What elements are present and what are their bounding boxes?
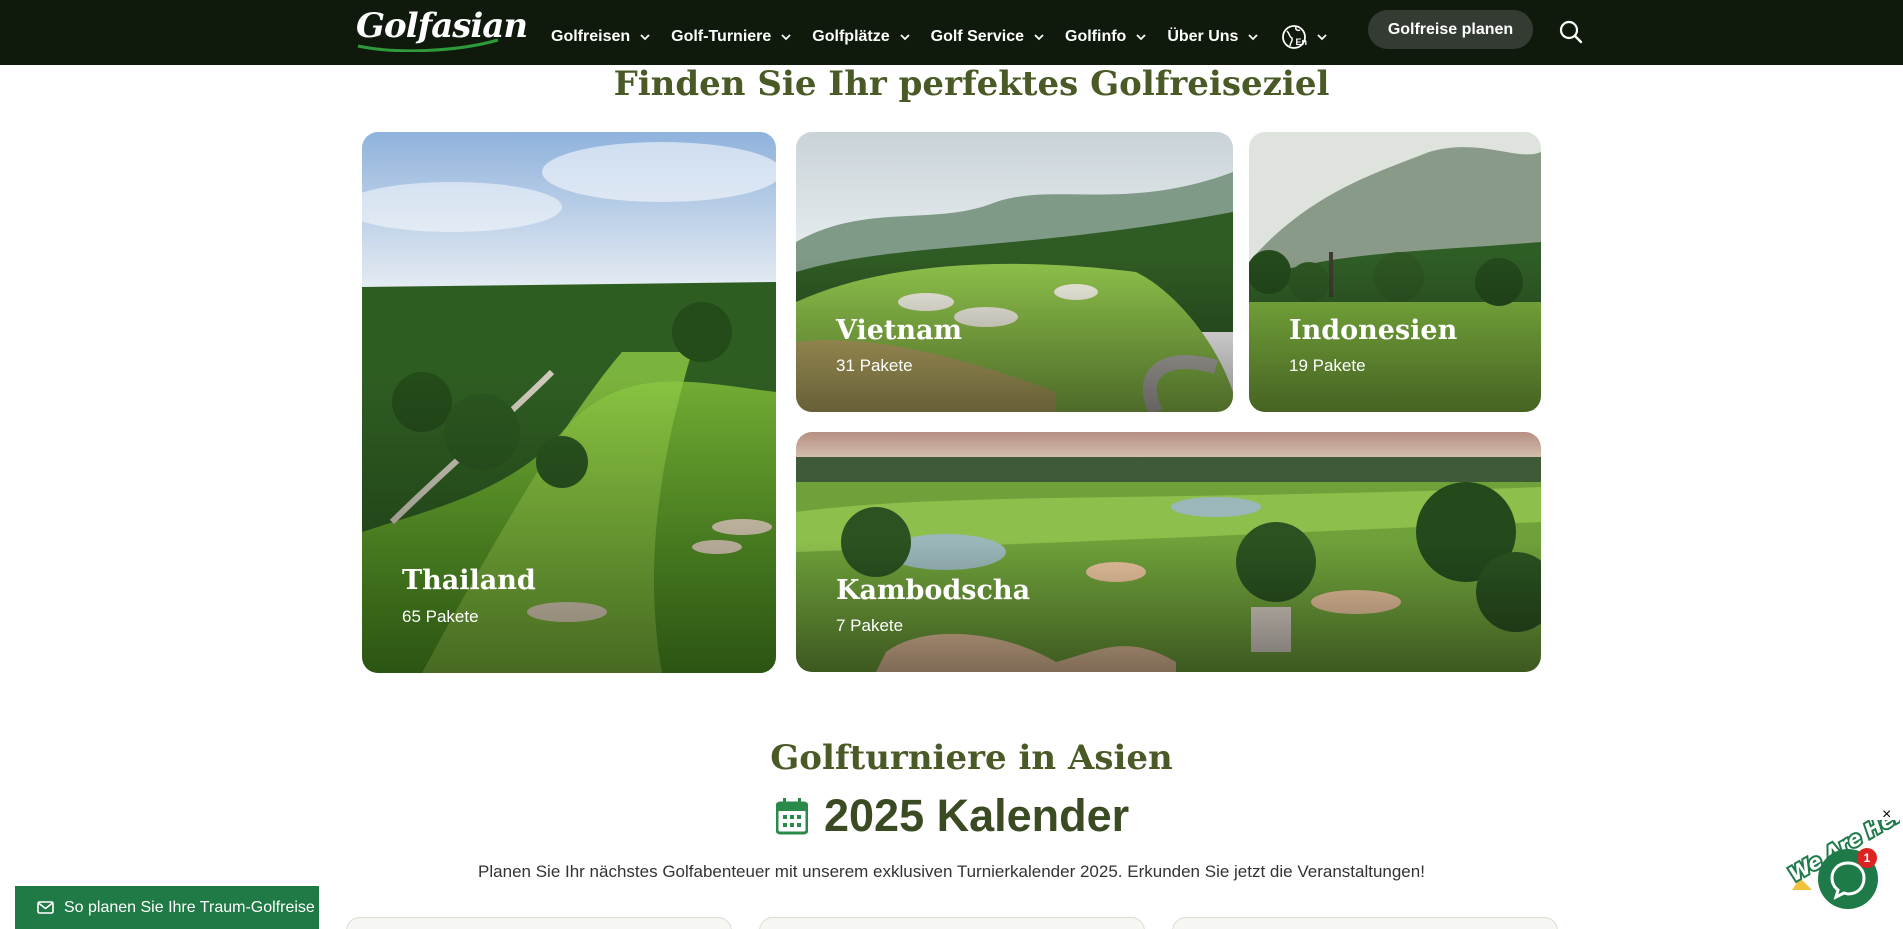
chevron-down-icon: [1317, 34, 1327, 41]
tournament-card[interactable]: [346, 917, 732, 929]
chevron-down-icon: [1248, 34, 1259, 41]
chevron-down-icon: [900, 34, 910, 41]
top-navigation-bar: Golfasian Golfreisen Golf-Turniere Golfp…: [0, 0, 1903, 65]
calendar-title: 2025 Kalender: [824, 790, 1130, 841]
envelope-icon: [37, 901, 54, 914]
chevron-down-icon: [640, 34, 650, 41]
nav-item-golfplaetze[interactable]: Golfplätze: [812, 28, 910, 46]
calendar-heading: 2025 Kalender: [776, 790, 1129, 842]
destination-card-kambodscha[interactable]: Kambodscha 7 Pakete: [796, 432, 1541, 672]
language-code: En: [1295, 37, 1307, 47]
plan-dream-trip-bar[interactable]: So planen Sie Ihre Traum-Golfreise: [15, 886, 319, 929]
nav-item-ueber-uns[interactable]: Über Uns: [1167, 28, 1259, 46]
nav-item-golf-turniere[interactable]: Golf-Turniere: [671, 28, 792, 46]
tournament-card[interactable]: [759, 917, 1145, 929]
destination-name: Indonesien: [1289, 315, 1458, 346]
destination-card-indonesien[interactable]: Indonesien 19 Pakete: [1249, 132, 1541, 412]
nav-item-golfinfo[interactable]: Golfinfo: [1065, 28, 1147, 46]
tournament-card[interactable]: [1172, 917, 1558, 929]
chevron-down-icon: [1136, 34, 1146, 41]
plan-bar-label: So planen Sie Ihre Traum-Golfreise: [64, 898, 315, 916]
destination-name: Kambodscha: [836, 575, 1031, 606]
chevron-down-icon: [1034, 34, 1044, 41]
search-icon[interactable]: [1558, 19, 1584, 45]
main-nav: Golfreisen Golf-Turniere Golfplätze Golf…: [551, 24, 1348, 50]
package-count: 31 Pakete: [836, 356, 913, 375]
destination-name: Vietnam: [836, 315, 963, 346]
calendar-icon: [776, 798, 808, 835]
tournaments-intro: Planen Sie Ihr nächstes Golfabenteuer mi…: [478, 862, 1425, 881]
package-count: 19 Pakete: [1289, 356, 1366, 375]
unread-count-badge: 1: [1857, 848, 1877, 868]
plan-golf-trip-button[interactable]: Golfreise planen: [1368, 10, 1533, 49]
destination-name: Thailand: [402, 565, 536, 596]
chevron-down-icon: [781, 34, 791, 41]
nav-item-golf-service[interactable]: Golf Service: [931, 28, 1045, 46]
destination-card-thailand[interactable]: Thailand 65 Pakete: [362, 132, 776, 673]
logo-swoosh: [357, 38, 499, 52]
destinations-title: Finden Sie Ihr perfektes Golfreiseziel: [613, 64, 1330, 104]
destination-card-vietnam[interactable]: Vietnam 31 Pakete: [796, 132, 1233, 412]
language-switcher[interactable]: En: [1281, 24, 1328, 50]
golfasian-logo[interactable]: Golfasian: [356, 6, 528, 52]
package-count: 65 Pakete: [402, 607, 479, 626]
package-count: 7 Pakete: [836, 616, 904, 635]
tournaments-title: Golfturniere in Asien: [770, 738, 1173, 778]
nav-item-golfreisen[interactable]: Golfreisen: [551, 28, 651, 46]
